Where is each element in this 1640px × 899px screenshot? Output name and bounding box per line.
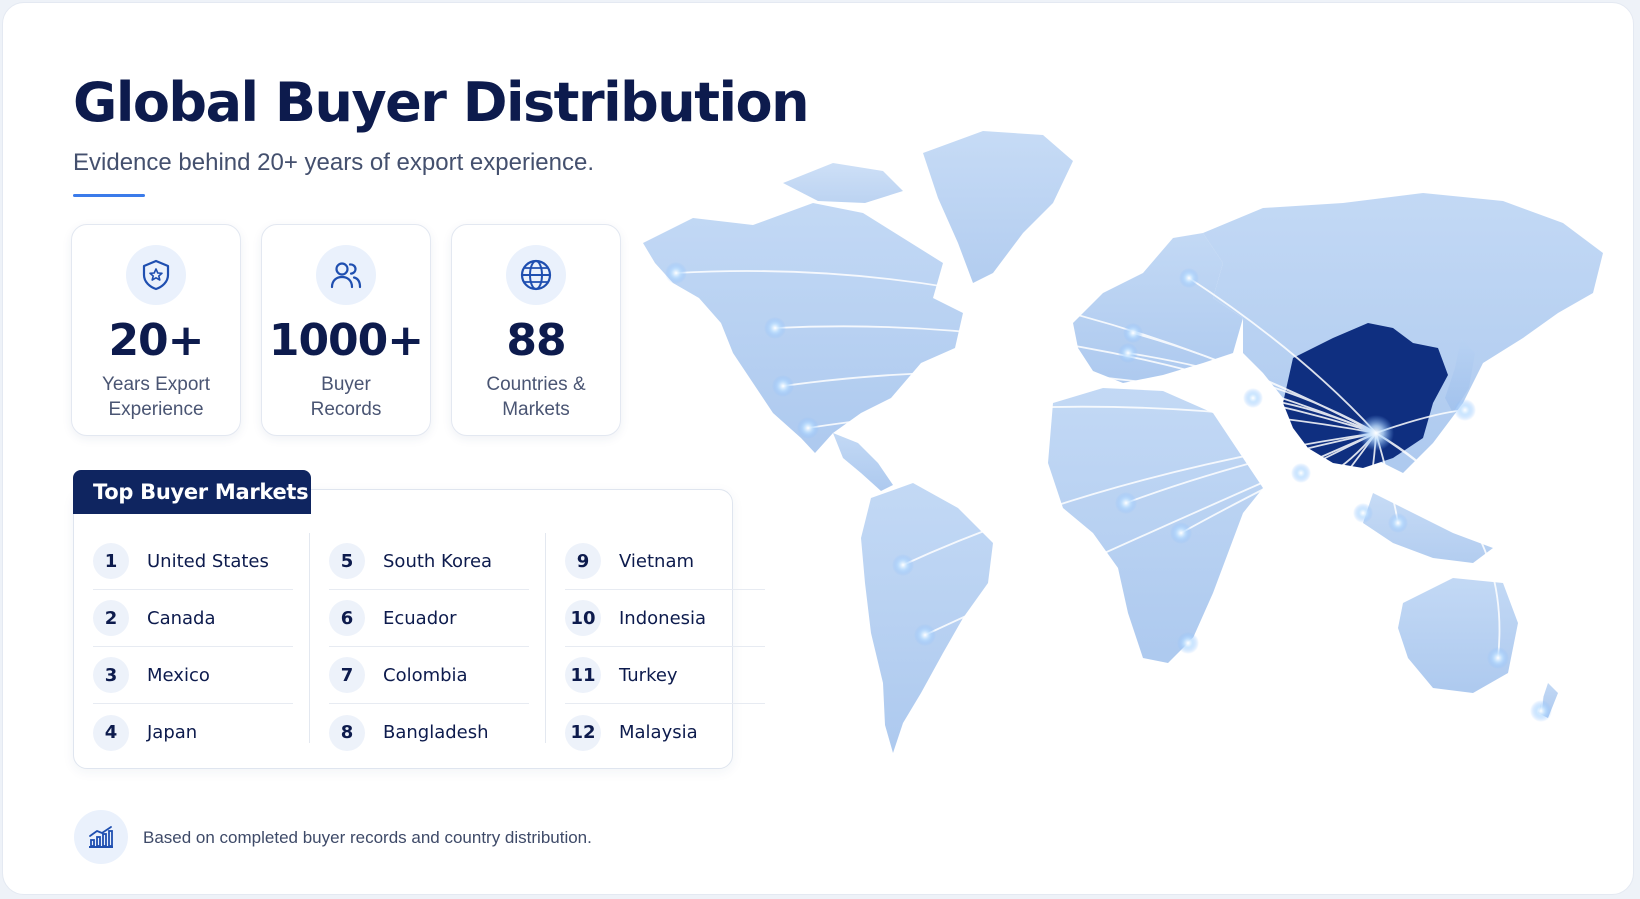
- market-row: 3 Mexico: [93, 647, 293, 704]
- stat-value: 1000+: [268, 315, 424, 366]
- greenland-shape: [923, 131, 1073, 283]
- stat-label-line1: Buyer: [321, 374, 371, 395]
- users-icon: [316, 245, 376, 305]
- stat-label: Countries & Markets: [452, 372, 620, 422]
- market-rank: 10: [565, 600, 601, 636]
- stat-label-line2: Markets: [502, 399, 570, 420]
- stat-card-countries: 88 Countries & Markets: [451, 224, 621, 436]
- central-america-shape: [833, 433, 893, 491]
- market-country: Malaysia: [619, 722, 698, 743]
- south-america-shape: [861, 483, 993, 753]
- market-country: Indonesia: [619, 607, 707, 629]
- stat-card-years: 20+ Years Export Experience: [71, 224, 241, 436]
- market-row: 10 Indonesia: [565, 590, 765, 647]
- footnote-text: Based on completed buyer records and cou…: [143, 828, 592, 847]
- page-title: Global Buyer Distribution: [73, 71, 810, 134]
- market-country: South Korea: [383, 550, 493, 572]
- market-country: Ecuador: [383, 607, 457, 629]
- market-rank: 1: [93, 543, 129, 579]
- market-country: Mexico: [147, 664, 210, 686]
- market-country: Turkey: [619, 664, 678, 686]
- market-country: Colombia: [383, 664, 468, 686]
- arctic-islands-shape: [783, 163, 903, 203]
- market-country: Japan: [147, 722, 198, 743]
- stat-label-line2: Experience: [108, 399, 204, 420]
- stat-label: Buyer Records: [262, 372, 430, 422]
- market-rank: 12: [565, 714, 601, 751]
- market-rank: 4: [93, 714, 129, 751]
- stat-value: 88: [506, 315, 566, 366]
- infographic-card: Global Buyer Distribution Evidence behin…: [2, 2, 1634, 895]
- market-row: 1 United States: [93, 533, 293, 590]
- market-row: 2 Canada: [93, 590, 293, 647]
- stat-label-line1: Countries &: [486, 374, 586, 395]
- africa-shape: [1048, 388, 1263, 663]
- market-row: 4 Japan: [93, 704, 293, 761]
- markets-column-3: 9 Vietnam 10 Indonesia 11 Turkey 12 Malaysia: [565, 533, 765, 761]
- market-rank: 11: [565, 657, 601, 693]
- column-divider: [545, 533, 546, 743]
- market-country: Canada: [147, 607, 216, 629]
- stat-label-line1: Years Export: [101, 374, 211, 395]
- market-rank: 7: [329, 657, 365, 693]
- market-country: Bangladesh: [383, 722, 489, 743]
- globe-icon: [506, 245, 566, 305]
- market-country: Vietnam: [619, 550, 695, 572]
- market-rank: 6: [329, 600, 365, 636]
- chart-growth-icon: [74, 810, 128, 864]
- market-row: 11 Turkey: [565, 647, 765, 704]
- market-row: 12 Malaysia: [565, 704, 765, 761]
- market-row: 6 Ecuador: [329, 590, 529, 647]
- market-rank: 8: [329, 714, 365, 751]
- market-rank: 3: [93, 657, 129, 693]
- market-row: 8 Bangladesh: [329, 704, 529, 761]
- market-rank: 2: [93, 600, 129, 636]
- stat-card-buyers: 1000+ Buyer Records: [261, 224, 431, 436]
- market-row: 9 Vietnam: [565, 533, 765, 590]
- market-country: United States: [147, 550, 269, 572]
- market-rank: 5: [329, 543, 365, 579]
- stat-label: Years Export Experience: [72, 372, 240, 422]
- top-markets-heading: Top Buyer Markets: [73, 470, 311, 514]
- markets-column-2: 5 South Korea 6 Ecuador 7 Colombia 8 Banglad…: [329, 533, 529, 761]
- page-subtitle: Evidence behind 20+ years of export expe…: [73, 149, 595, 176]
- title-accent-line: [73, 194, 145, 197]
- market-rank: 9: [565, 543, 601, 579]
- column-divider: [309, 533, 310, 743]
- markets-column-1: 1 United States 2 Canada 3 Mexico 4 Japan: [93, 533, 293, 761]
- stat-label-line2: Records: [310, 399, 382, 420]
- shield-star-icon: [126, 245, 186, 305]
- stat-value: 20+: [108, 315, 204, 366]
- market-row: 7 Colombia: [329, 647, 529, 704]
- market-row: 5 South Korea: [329, 533, 529, 590]
